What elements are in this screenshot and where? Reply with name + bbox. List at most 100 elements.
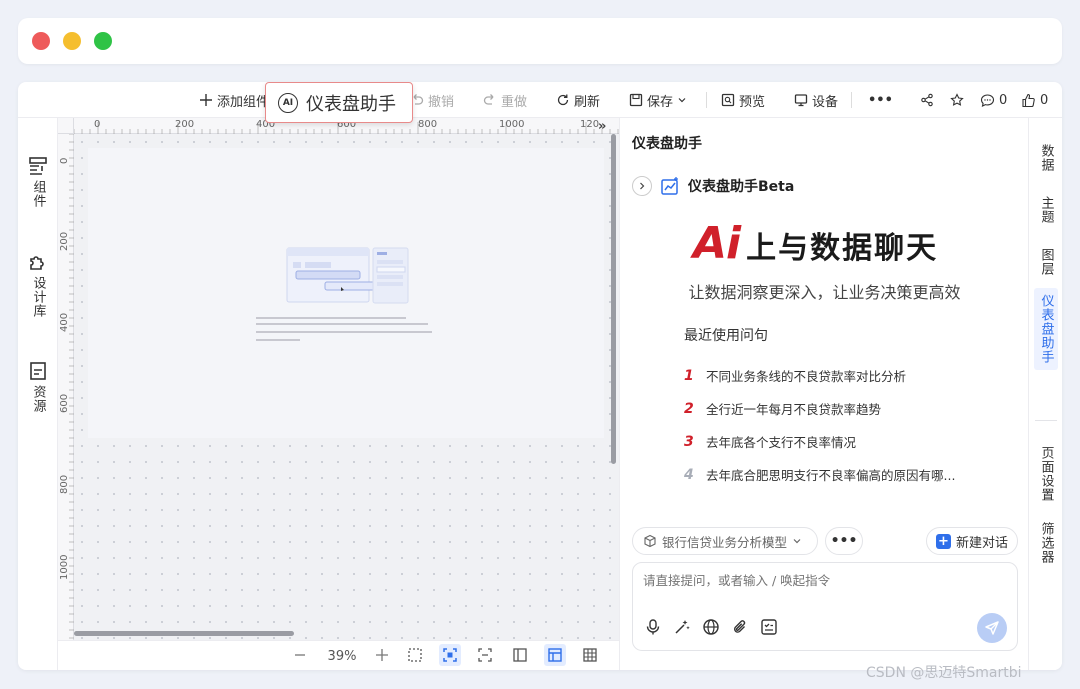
likes-count: 0 <box>1040 92 1049 108</box>
chat-input[interactable] <box>643 573 1003 588</box>
list-item[interactable]: 2 全行近一年每月不良贷款率趋势 <box>684 392 1014 425</box>
vertical-scrollbar[interactable] <box>611 134 616 464</box>
dashboard-page[interactable] <box>88 148 604 438</box>
minimize-window-button[interactable] <box>63 32 81 50</box>
left-sidebar: 组件 设计库 资源 <box>18 118 58 670</box>
zoom-in-button[interactable] <box>371 644 393 666</box>
new-chat-label: 新建对话 <box>955 535 1008 551</box>
more-actions-button[interactable]: ••• <box>868 91 893 109</box>
comment-icon <box>980 93 995 107</box>
add-component-button[interactable]: 添加组件 <box>199 91 270 110</box>
tab-divider <box>1035 420 1057 421</box>
input-tools <box>643 617 779 637</box>
horizontal-scrollbar[interactable] <box>74 631 294 636</box>
preview-button[interactable]: 预览 <box>721 91 765 110</box>
undo-button[interactable]: 撤销 <box>410 91 454 110</box>
redo-label: 重做 <box>501 94 528 110</box>
redo-button[interactable]: 重做 <box>483 91 528 110</box>
question-text: 不同业务条线的不良贷款率对比分析 <box>706 369 907 384</box>
app-window: 添加组件 撤销 重做 刷新 保存 预览 设备 ••• 0 0 AI 仪表盘助手 … <box>18 82 1062 670</box>
share-button[interactable] <box>920 91 934 109</box>
ruler-label: 600 <box>59 393 70 413</box>
canvas-area[interactable]: 0 200 400 600 800 1000 120 » 0 200 400 6… <box>58 118 619 670</box>
share-icon <box>921 93 933 107</box>
model-selector-label: 银行信贷业务分析模型 <box>662 534 788 550</box>
grid-toggle-button[interactable] <box>579 644 601 666</box>
hero-ai-logo: Ai <box>693 218 741 269</box>
tab-theme[interactable]: 主题 <box>1034 196 1058 224</box>
new-chat-button[interactable]: + 新建对话 <box>926 527 1018 555</box>
ruler-corner <box>58 118 74 134</box>
send-button[interactable] <box>977 613 1007 643</box>
grid-icon <box>583 648 597 662</box>
sidebar-item-components[interactable]: 组件 <box>18 156 58 208</box>
send-icon <box>985 621 999 635</box>
more-label: ••• <box>868 92 893 108</box>
panel-layout-button[interactable] <box>544 644 566 666</box>
chat-input-box <box>632 562 1018 651</box>
dashboard-assistant-button[interactable]: AI 仪表盘助手 <box>265 82 413 123</box>
globe-icon[interactable] <box>701 617 721 637</box>
sidebar-item-label: 资源 <box>30 385 46 413</box>
maximize-window-button[interactable] <box>94 32 112 50</box>
sidebar-item-design-library[interactable]: 设计库 <box>18 252 58 318</box>
layout-button[interactable] <box>509 644 531 666</box>
tab-filter[interactable]: 筛选器 <box>1034 522 1058 564</box>
magic-wand-icon[interactable] <box>672 617 692 637</box>
list-item[interactable]: 4 去年底合肥思明支行不良率偏高的原因有哪... <box>684 458 1014 491</box>
watermark: CSDN @思迈特Smartbi <box>866 665 1022 681</box>
ruler-label: 200 <box>175 119 195 130</box>
expand-history-button[interactable] <box>632 176 652 196</box>
tab-page-settings[interactable]: 页面设置 <box>1034 446 1058 502</box>
plus-icon: + <box>935 533 951 549</box>
minus-icon <box>295 654 305 656</box>
sidebar-item-resources[interactable]: 资源 <box>18 361 58 413</box>
fit-width-button[interactable] <box>474 644 496 666</box>
tab-label: 数据 <box>1038 144 1054 172</box>
ruler-label: 0 <box>59 157 70 164</box>
tab-dashboard-assistant[interactable]: 仪表盘助手 <box>1034 288 1058 370</box>
like-button[interactable]: 0 <box>1021 91 1048 109</box>
save-button[interactable]: 保存 <box>629 91 687 110</box>
zoom-level[interactable]: 39% <box>322 647 362 665</box>
preview-icon <box>721 93 735 107</box>
more-options-button[interactable]: ••• <box>825 527 863 555</box>
list-item[interactable]: 3 去年底各个支行不良率情况 <box>684 425 1014 458</box>
ruler-label: 120 <box>580 119 600 130</box>
tab-label: 主题 <box>1038 196 1054 224</box>
right-tabs: 数据 主题 图层 仪表盘助手 页面设置 筛选器 <box>1028 118 1062 670</box>
star-icon <box>950 93 964 106</box>
toolbar-divider <box>706 92 707 108</box>
chevron-right-icon <box>640 182 645 190</box>
chart-assistant-icon <box>661 177 678 195</box>
tab-data[interactable]: 数据 <box>1034 144 1058 172</box>
comments-button[interactable]: 0 <box>980 91 1007 109</box>
refresh-button[interactable]: 刷新 <box>556 91 600 110</box>
zoom-out-button[interactable] <box>289 644 311 666</box>
question-number: 2 <box>684 400 694 417</box>
ruler-label: 400 <box>59 312 70 332</box>
recent-questions-title: 最近使用问句 <box>684 328 768 344</box>
attachment-icon[interactable] <box>730 617 750 637</box>
assistant-header: 仪表盘助手Beta <box>632 176 794 196</box>
close-window-button[interactable] <box>32 32 50 50</box>
tab-label: 图层 <box>1038 248 1054 276</box>
form-icon[interactable] <box>759 617 779 637</box>
assistant-header-label: 仪表盘助手Beta <box>688 179 795 195</box>
recent-questions-list: 1 不同业务条线的不良贷款率对比分析 2 全行近一年每月不良贷款率趋势 3 去年… <box>684 359 1014 491</box>
list-item[interactable]: 1 不同业务条线的不良贷款率对比分析 <box>684 359 1014 392</box>
device-button[interactable]: 设备 <box>794 91 838 110</box>
save-label: 保存 <box>647 94 674 110</box>
microphone-icon[interactable] <box>643 617 663 637</box>
select-area-button[interactable] <box>404 644 426 666</box>
question-text: 去年底合肥思明支行不良率偏高的原因有哪... <box>706 468 956 483</box>
favorite-button[interactable] <box>950 91 964 109</box>
add-component-label: 添加组件 <box>217 94 270 110</box>
model-selector[interactable]: 银行信贷业务分析模型 <box>632 527 818 555</box>
fit-screen-button[interactable] <box>439 644 461 666</box>
tab-layers[interactable]: 图层 <box>1034 248 1058 276</box>
redo-icon <box>483 94 494 105</box>
hero-title: 上与数据聊天 <box>746 231 939 266</box>
collapse-panel-button[interactable]: » <box>598 119 606 134</box>
ruler-label: 800 <box>59 474 70 494</box>
